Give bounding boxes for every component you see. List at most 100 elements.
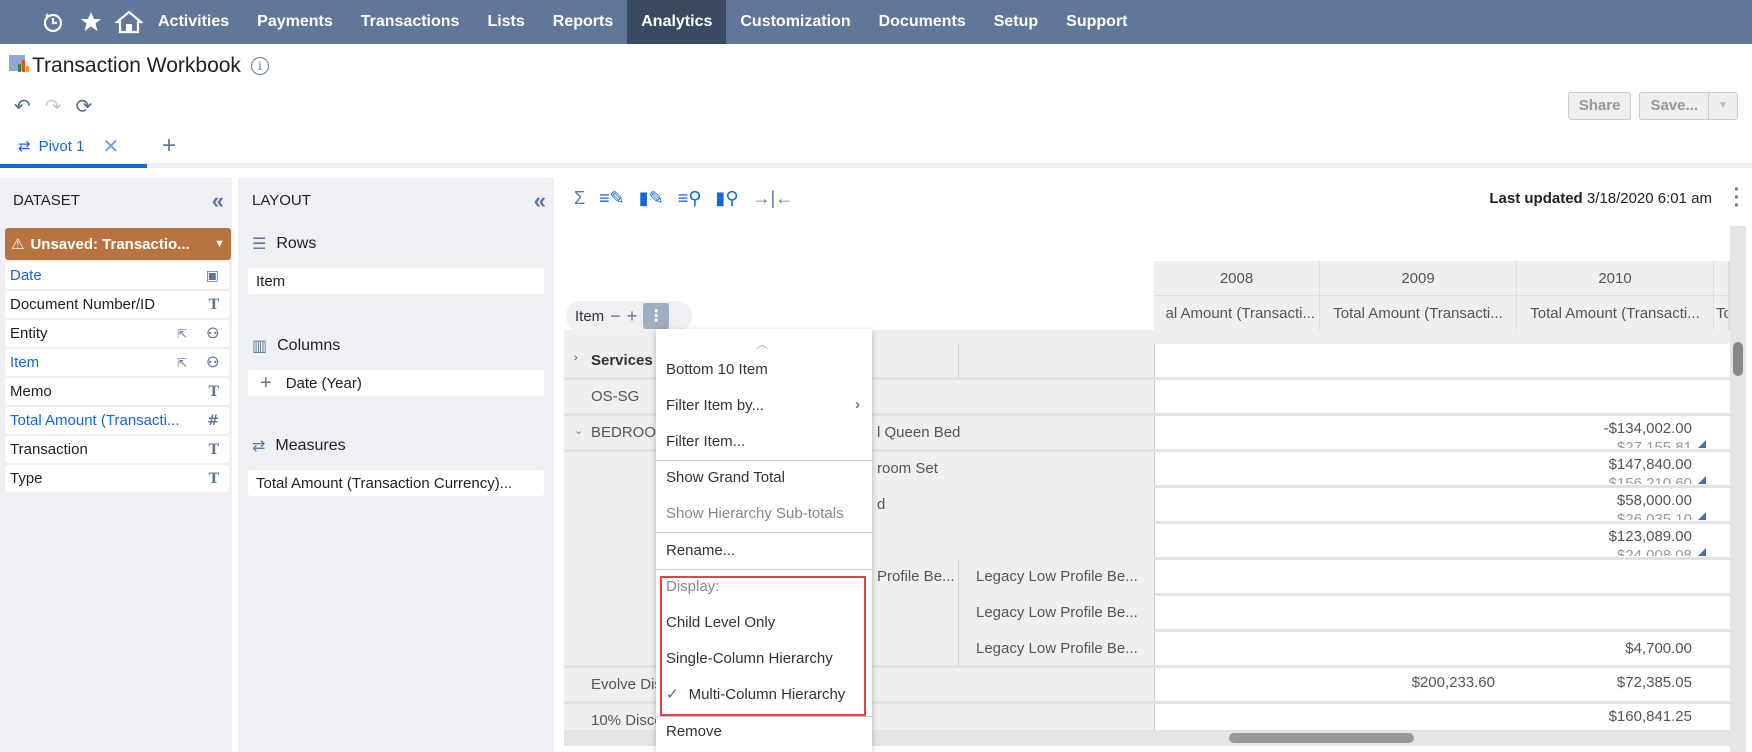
nav-lists[interactable]: Lists — [473, 0, 538, 44]
field-transaction[interactable]: Transaction T — [5, 436, 229, 463]
dimension-options-icon[interactable]: ⋮ — [643, 303, 670, 329]
chevron-down-icon: ▼ — [214, 238, 225, 250]
value-2010: $58,000.00 — [1616, 492, 1692, 509]
col-header-2011[interactable] — [1714, 261, 1730, 297]
value-cell: $4,700.00 — [1154, 632, 1732, 665]
last-updated-label: Last updated — [1489, 190, 1583, 207]
field-entity[interactable]: Entity ⇱ ⚇ — [5, 320, 229, 347]
dataset-selector[interactable]: ⚠ Unsaved: Transactio... ▼ — [5, 228, 231, 260]
nav-reports[interactable]: Reports — [539, 0, 627, 44]
measure-header[interactable]: Total Amount (Transacti... — [1517, 296, 1715, 332]
value-cell — [1154, 344, 1732, 377]
nav-setup[interactable]: Setup — [980, 0, 1052, 44]
expand-icon[interactable]: › — [574, 352, 578, 364]
measures-dropzone-item[interactable]: Total Amount (Transaction Currency)... — [248, 470, 544, 496]
scroll-up-icon[interactable]: ︿ — [756, 335, 768, 352]
page-title: Transaction Workbook — [32, 54, 241, 77]
field-date[interactable]: Date ▣ — [5, 262, 229, 289]
expand-all-icon[interactable]: + — [627, 306, 638, 327]
dataset-field-list: Date ▣ Document Number/ID T Entity ⇱ ⚇ Item ⇱… — [5, 262, 229, 494]
collapse-all-icon[interactable]: − — [610, 306, 621, 327]
pin-rows-icon[interactable]: ≡⚲ — [678, 188, 702, 209]
info-icon[interactable]: i — [250, 57, 269, 75]
refresh-icon[interactable]: ⟳ — [76, 94, 93, 119]
menu-rename[interactable]: Rename... — [666, 539, 866, 563]
collapse-columns-icon[interactable]: →|← — [753, 188, 794, 209]
row-label-level2: l Queen Bed — [877, 424, 961, 441]
measure-header[interactable]: Total Amount (Transacti... — [1320, 296, 1518, 332]
expand-collapse-icon[interactable]: ⇱ — [177, 327, 187, 341]
value-2010: $72,385.05 — [1616, 674, 1692, 691]
nav-support[interactable]: Support — [1052, 0, 1141, 44]
menu-divider — [656, 569, 872, 570]
calendar-icon: ▣ — [205, 267, 219, 284]
redo-icon[interactable]: ↷ — [45, 94, 62, 119]
menu-show-subtotals[interactable]: Show Hierarchy Sub-totals — [666, 502, 866, 526]
field-total-amount[interactable]: Total Amount (Transacti... # — [5, 407, 229, 434]
vertical-scroll-thumb[interactable] — [1733, 342, 1743, 376]
pin-chart-icon[interactable]: ▮⚲ — [715, 188, 738, 209]
measure-header[interactable]: al Amount (Transacti... — [1154, 296, 1321, 332]
measure-header[interactable]: To — [1714, 296, 1730, 332]
col-header-2008[interactable]: 2008 — [1154, 261, 1321, 297]
home-icon[interactable] — [114, 0, 144, 44]
text-type-icon: T — [208, 470, 219, 487]
workbook-icon — [8, 52, 30, 80]
row-label: 10% Disco — [591, 712, 663, 729]
field-label: Transaction — [10, 441, 88, 458]
tab-pivot-1[interactable]: ⇄ Pivot 1 ✕ — [0, 128, 147, 168]
col-header-2009[interactable]: 2009 — [1320, 261, 1518, 297]
value-cell: $147,840.00 $156,210.60 — [1154, 452, 1732, 485]
collapse-dataset-icon[interactable]: « — [212, 188, 224, 214]
rows-dropzone-item[interactable]: Item — [248, 268, 544, 294]
hierarchy-icon[interactable]: ⚇ — [206, 355, 219, 371]
field-memo[interactable]: Memo T — [5, 378, 229, 405]
row-label-level3: Legacy Low Profile Be... — [976, 604, 1138, 621]
nav-payments[interactable]: Payments — [243, 0, 347, 44]
recent-records-icon[interactable] — [38, 0, 68, 44]
add-tab-icon[interactable]: + — [162, 132, 176, 160]
collapse-layout-icon[interactable]: « — [534, 188, 546, 214]
nav-activities[interactable]: Activities — [144, 0, 243, 44]
table-row[interactable]: $123,089.00 $24,008.08 — [1154, 524, 1732, 560]
edit-chart-icon[interactable]: ▮✎ — [639, 188, 664, 209]
share-button[interactable]: Share — [1567, 92, 1632, 120]
menu-show-grand-total[interactable]: Show Grand Total — [666, 466, 866, 490]
undo-icon[interactable]: ↶ — [14, 94, 31, 119]
last-updated: Last updated 3/18/2020 6:01 am — [1489, 190, 1712, 207]
horizontal-scroll-thumb[interactable] — [1229, 733, 1414, 743]
sigma-icon[interactable]: Σ — [574, 188, 585, 209]
menu-bottom-10[interactable]: Bottom 10 Item — [666, 358, 866, 382]
field-label: Date — [10, 267, 42, 284]
menu-remove[interactable]: Remove — [666, 720, 866, 744]
col-header-2010[interactable]: 2010 — [1517, 261, 1715, 297]
hierarchy-icon[interactable]: ⚇ — [206, 326, 219, 342]
nav-analytics[interactable]: Analytics — [627, 0, 727, 44]
expand-collapse-icon[interactable]: ⇱ — [177, 356, 187, 370]
field-type[interactable]: Type T — [5, 465, 229, 492]
collapse-icon[interactable]: ⌄ — [574, 424, 583, 437]
star-icon[interactable] — [76, 0, 106, 44]
nav-transactions[interactable]: Transactions — [347, 0, 474, 44]
table-row[interactable]: room Set $147,840.00 $156,210.60 — [877, 452, 1732, 488]
field-item[interactable]: Item ⇱ ⚇ — [5, 349, 229, 376]
save-button[interactable]: Save... — [1640, 93, 1709, 119]
value-2010: -$134,002.00 — [1603, 420, 1692, 437]
edit-rows-icon[interactable]: ≡✎ — [599, 188, 625, 209]
table-row[interactable]: d $58,000.00 $26,035.10 — [877, 488, 1732, 524]
nav-documents[interactable]: Documents — [865, 0, 980, 44]
table-row[interactable]: Profile Be... Legacy Low Profile Be... — [804, 560, 1732, 668]
columns-dropzone-item[interactable]: + Date (Year) — [248, 370, 544, 396]
field-document-number[interactable]: Document Number/ID T — [5, 291, 229, 318]
save-dropdown-icon[interactable]: ▼ — [1709, 93, 1737, 119]
pivot-icon: ⇄ — [18, 138, 31, 155]
value-cell — [1154, 380, 1732, 413]
table-row[interactable]: Legacy Low Profile Be... — [958, 596, 1732, 632]
more-options-icon[interactable]: · · · — [1732, 180, 1742, 216]
menu-filter-item[interactable]: Filter Item... — [666, 430, 866, 454]
menu-filter-by[interactable]: Filter Item by... — [666, 394, 866, 418]
vertical-scrollbar[interactable] — [1730, 226, 1746, 752]
nav-customization[interactable]: Customization — [726, 0, 864, 44]
value-2010: $4,700.00 — [1625, 640, 1692, 657]
close-tab-icon[interactable]: ✕ — [102, 134, 119, 159]
